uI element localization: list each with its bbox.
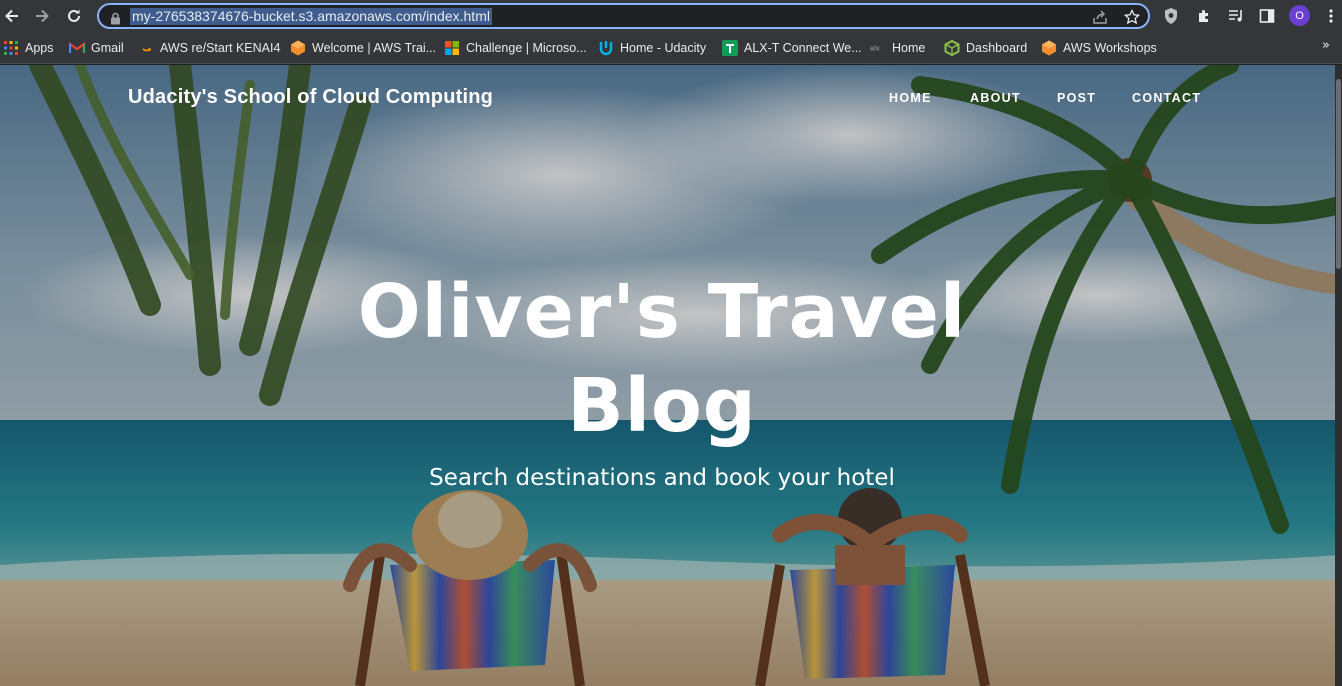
web-page: Udacity's School of Cloud Computing HOME… bbox=[0, 65, 1342, 686]
more-bookmarks-chevron-icon[interactable]: » bbox=[1322, 38, 1330, 53]
bookmark-label: Welcome | AWS Trai... bbox=[312, 41, 437, 55]
menu-kebab-icon[interactable] bbox=[1320, 5, 1342, 27]
browser-toolbar: my-276538374676-bucket.s3.amazonaws.com/… bbox=[0, 0, 1342, 32]
alx-home-icon: alx bbox=[870, 40, 886, 56]
media-control-icon[interactable] bbox=[1225, 5, 1247, 27]
side-panel-icon[interactable] bbox=[1256, 5, 1278, 27]
udacity-icon bbox=[598, 40, 614, 56]
microsoft-icon bbox=[444, 40, 460, 56]
bookmark-aws-workshops[interactable]: AWS Workshops bbox=[1041, 38, 1157, 58]
nav-contact-link[interactable]: CONTACT bbox=[1132, 91, 1201, 105]
bookmark-aws-restart[interactable]: AWS re/Start KENAI4 bbox=[138, 38, 280, 58]
bookmark-alx-home[interactable]: alx Home bbox=[870, 38, 925, 58]
aws-workshops-icon bbox=[1041, 40, 1057, 56]
apps-grid-icon bbox=[3, 40, 19, 56]
hero-title-line2: Blog bbox=[567, 363, 757, 449]
bookmark-label: Gmail bbox=[91, 41, 124, 55]
nav-post-link[interactable]: POST bbox=[1057, 91, 1096, 105]
bookmark-aws-training[interactable]: Welcome | AWS Trai... bbox=[290, 38, 436, 58]
nav-home-link[interactable]: HOME bbox=[889, 91, 932, 105]
forward-icon[interactable] bbox=[30, 4, 54, 28]
bookmark-microsoft-challenge[interactable]: Challenge | Microso... bbox=[444, 38, 587, 58]
address-bar[interactable]: my-276538374676-bucket.s3.amazonaws.com/… bbox=[97, 3, 1150, 29]
share-icon[interactable] bbox=[1091, 8, 1109, 26]
nav-about-link[interactable]: ABOUT bbox=[970, 91, 1021, 105]
bookmark-apps[interactable]: Apps bbox=[3, 38, 54, 58]
bookmarks-bar: Apps Gmail AWS re/Start KENAI4 Welcome |… bbox=[0, 32, 1342, 64]
bookmark-alx-connect[interactable]: ALX-T Connect We... bbox=[722, 38, 862, 58]
bookmark-gmail[interactable]: Gmail bbox=[69, 38, 124, 58]
hero-title: Oliver's Travel Blog bbox=[300, 265, 1024, 453]
bookmark-label: Home bbox=[892, 41, 926, 55]
page-scrollbar[interactable] bbox=[1335, 65, 1342, 686]
bookmark-label: Dashboard bbox=[966, 41, 1028, 55]
hero-title-line1: Oliver's Travel bbox=[357, 269, 967, 355]
lock-icon bbox=[110, 10, 121, 29]
reload-icon[interactable] bbox=[62, 4, 86, 28]
bookmark-udacity[interactable]: Home - Udacity bbox=[598, 38, 706, 58]
gmail-icon bbox=[69, 40, 85, 56]
bookmark-dashboard[interactable]: Dashboard bbox=[944, 38, 1027, 58]
profile-avatar[interactable]: O bbox=[1289, 5, 1310, 26]
bookmark-label: Home - Udacity bbox=[620, 41, 707, 55]
hero-subtitle: Search destinations and book your hotel bbox=[429, 465, 895, 491]
dashboard-icon bbox=[944, 40, 960, 56]
back-icon[interactable] bbox=[0, 4, 24, 28]
scrollbar-thumb[interactable] bbox=[1336, 79, 1341, 269]
bookmark-label: AWS Workshops bbox=[1063, 41, 1157, 55]
bookmark-label: AWS re/Start KENAI4 bbox=[160, 41, 281, 55]
bookmark-label: Challenge | Microso... bbox=[466, 41, 587, 55]
shield-extension-icon[interactable] bbox=[1160, 5, 1182, 27]
star-icon[interactable] bbox=[1123, 8, 1141, 26]
url-text[interactable]: my-276538374676-bucket.s3.amazonaws.com/… bbox=[130, 8, 492, 25]
alx-connect-icon bbox=[722, 40, 738, 56]
aws-restart-icon bbox=[138, 40, 154, 56]
site-brand[interactable]: Udacity's School of Cloud Computing bbox=[128, 86, 493, 109]
bookmark-label: Apps bbox=[25, 41, 54, 55]
bookmark-label: ALX-T Connect We... bbox=[744, 41, 862, 55]
puzzle-extensions-icon[interactable] bbox=[1193, 5, 1215, 27]
aws-training-icon bbox=[290, 40, 306, 56]
svg-text:alx: alx bbox=[870, 45, 880, 53]
